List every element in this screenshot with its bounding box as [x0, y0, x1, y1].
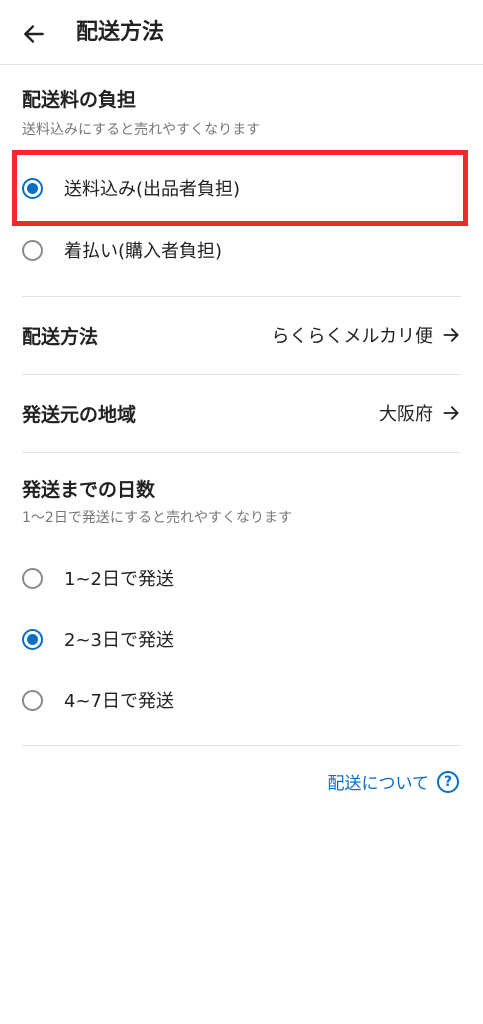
radio-option-label: 1~2日で発送: [64, 569, 174, 590]
arrow-left-icon: [24, 25, 44, 43]
radio-option-label: 4~7日で発送: [64, 691, 174, 712]
app-header: 配送方法: [0, 0, 483, 65]
question-circle-icon: ?: [437, 770, 459, 793]
days-to-ship-title: 発送までの日数: [22, 479, 156, 501]
radio-option-label: 着払い(購入者負担): [64, 241, 223, 262]
radio-button-checked[interactable]: [22, 628, 43, 650]
shipping-method-value: らくらくメルカリ便: [271, 326, 433, 347]
radio-option-days-2-3[interactable]: 2~3日で発送: [22, 619, 174, 659]
divider: [22, 745, 461, 746]
ship-from-label: 発送元の地域: [22, 403, 137, 426]
shipping-method-value-group: らくらくメルカリ便: [272, 322, 461, 348]
radio-option-seller-pays[interactable]: 送料込み(出品者負担): [22, 168, 240, 208]
radio-button[interactable]: [22, 567, 43, 589]
ship-from-row[interactable]: 発送元の地域 大阪府: [22, 375, 461, 451]
divider: [22, 452, 461, 453]
arrow-right-icon: [443, 406, 459, 420]
radio-option-label: 送料込み(出品者負担): [64, 179, 241, 200]
shipping-help-label: 配送について: [327, 774, 430, 794]
radio-option-label: 2~3日で発送: [64, 630, 174, 651]
radio-button[interactable]: [22, 239, 43, 261]
radio-option-days-1-2[interactable]: 1~2日で発送: [22, 558, 174, 598]
days-to-ship-section: 発送までの日数 1〜2日で発送にすると売れやすくなります: [22, 476, 461, 528]
days-to-ship-subtitle: 1〜2日で発送にすると売れやすくなります: [22, 510, 292, 526]
ship-from-value: 大阪府: [379, 404, 433, 425]
shipping-fee-subtitle: 送料込みにすると売れやすくなります: [22, 122, 261, 138]
radio-option-buyer-pays[interactable]: 着払い(購入者負担): [22, 230, 222, 270]
shipping-help-link[interactable]: 配送について ?: [327, 769, 459, 794]
radio-button-checked[interactable]: [22, 177, 43, 199]
ship-from-value-group: 大阪府: [379, 400, 461, 426]
shipping-method-row[interactable]: 配送方法 らくらくメルカリ便: [22, 297, 461, 373]
shipping-fee-section: 配送料の負担 送料込みにすると売れやすくなります: [22, 86, 461, 140]
page-title: 配送方法: [76, 20, 165, 45]
radio-option-days-4-7[interactable]: 4~7日で発送: [22, 680, 174, 720]
back-button[interactable]: [16, 16, 52, 52]
arrow-right-icon: [443, 328, 459, 342]
shipping-method-label: 配送方法: [22, 325, 99, 348]
shipping-fee-title: 配送料の負担: [22, 89, 137, 111]
radio-button[interactable]: [22, 689, 43, 711]
